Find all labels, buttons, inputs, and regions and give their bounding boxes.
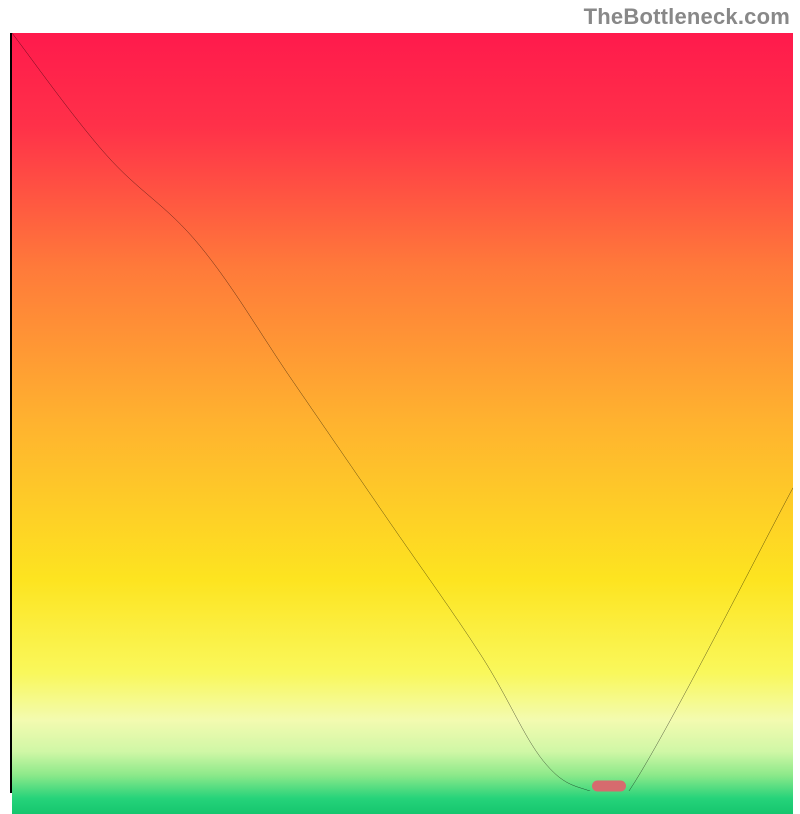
bottleneck-curve — [12, 33, 793, 791]
plot-area — [10, 33, 793, 793]
optimal-marker — [592, 781, 626, 792]
watermark-text: TheBottleneck.com — [584, 4, 790, 30]
